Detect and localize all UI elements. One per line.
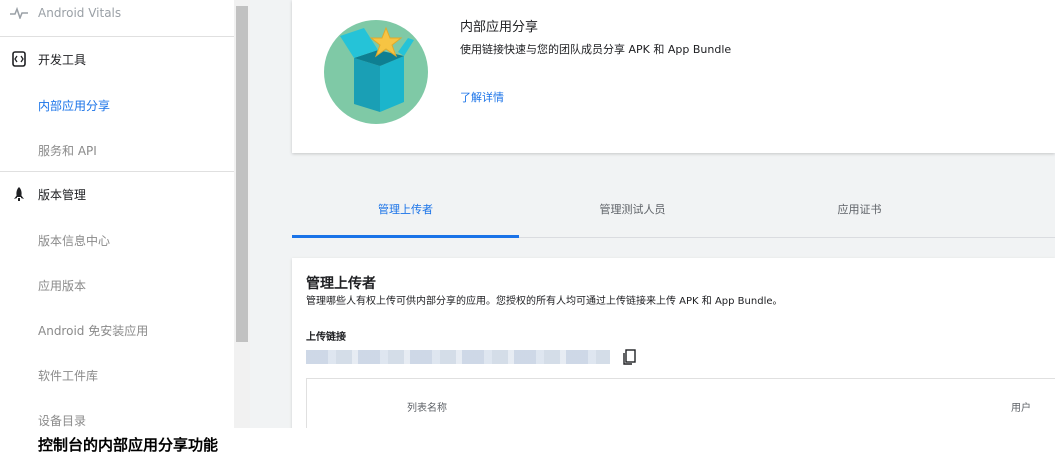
- active-tab-indicator: [292, 235, 519, 238]
- main-content: 内部应用分享 使用链接快速与您的团队成员分享 APK 和 App Bundle …: [250, 0, 1055, 428]
- sidebar-item-label: 版本管理: [38, 187, 87, 202]
- tab-manage-testers[interactable]: 管理测试人员: [519, 180, 746, 238]
- sidebar-item-label: 设备目录: [38, 413, 87, 428]
- section-description: 管理哪些人有权上传可供内部分享的应用。您授权的所有人均可通过上传链接来上传 AP…: [306, 296, 783, 307]
- column-header-users[interactable]: 用户: [1011, 399, 1031, 414]
- promo-description: 使用链接快速与您的团队成员分享 APK 和 App Bundle: [460, 43, 732, 56]
- sidebar-item-artifact-library[interactable]: 软件工件库: [0, 353, 234, 397]
- sidebar-item-label: 应用版本: [38, 278, 87, 293]
- copy-icon[interactable]: [618, 346, 640, 368]
- sidebar-item-label: Android 免安装应用: [38, 323, 149, 338]
- gift-box-star-illustration: [324, 20, 428, 124]
- sidebar-item-internal-app-sharing[interactable]: 内部应用分享: [0, 83, 234, 127]
- promo-card: 内部应用分享 使用链接快速与您的团队成员分享 APK 和 App Bundle …: [292, 0, 1055, 153]
- sidebar-item-label: 服务和 API: [38, 143, 97, 158]
- image-caption: 控制台的内部应用分享功能: [38, 436, 219, 454]
- learn-more-link[interactable]: 了解详情: [460, 89, 504, 105]
- rocket-icon: [0, 186, 38, 202]
- section-title: 管理上传者: [306, 276, 376, 292]
- sidebar-item-dev-tools[interactable]: 开发工具: [0, 37, 234, 81]
- vitals-pulse-icon: [0, 7, 38, 19]
- tab-manage-uploaders[interactable]: 管理上传者: [292, 180, 519, 238]
- sidebar-item-android-vitals[interactable]: Android Vitals: [0, 0, 234, 35]
- sidebar-item-instant-apps[interactable]: Android 免安装应用: [0, 308, 234, 352]
- tab-bar: 管理上传者 管理测试人员 应用证书: [292, 180, 1055, 238]
- sidebar-item-label: Android Vitals: [38, 6, 122, 20]
- promo-title: 内部应用分享: [460, 20, 539, 35]
- sidebar-item-label: 开发工具: [38, 52, 87, 67]
- sidebar-item-label: 版本信息中心: [38, 233, 111, 248]
- upload-link-label: 上传链接: [306, 332, 346, 343]
- sidebar-item-services-api[interactable]: 服务和 API: [0, 128, 234, 172]
- sidebar-item-release-management[interactable]: 版本管理: [0, 172, 234, 216]
- sidebar-item-app-releases[interactable]: 应用版本: [0, 263, 234, 307]
- sidebar-item-release-dashboard[interactable]: 版本信息中心: [0, 218, 234, 262]
- upload-link-value-redacted[interactable]: [306, 350, 610, 364]
- sidebar-scrollbar-thumb[interactable]: [236, 6, 248, 342]
- tab-app-certificate[interactable]: 应用证书: [746, 180, 973, 238]
- sidebar-item-label: 软件工件库: [38, 368, 99, 383]
- uploader-lists-table: 列表名称 用户: [306, 378, 1055, 428]
- sidebar-item-label: 内部应用分享: [38, 98, 111, 113]
- column-header-list-name[interactable]: 列表名称: [407, 399, 447, 414]
- dev-tools-icon: [0, 51, 38, 67]
- sidebar: Android Vitals 开发工具 内部应用分享 服务和 API 版本管理 …: [0, 0, 250, 428]
- manage-uploaders-card: 管理上传者 管理哪些人有权上传可供内部分享的应用。您授权的所有人均可通过上传链接…: [292, 258, 1055, 428]
